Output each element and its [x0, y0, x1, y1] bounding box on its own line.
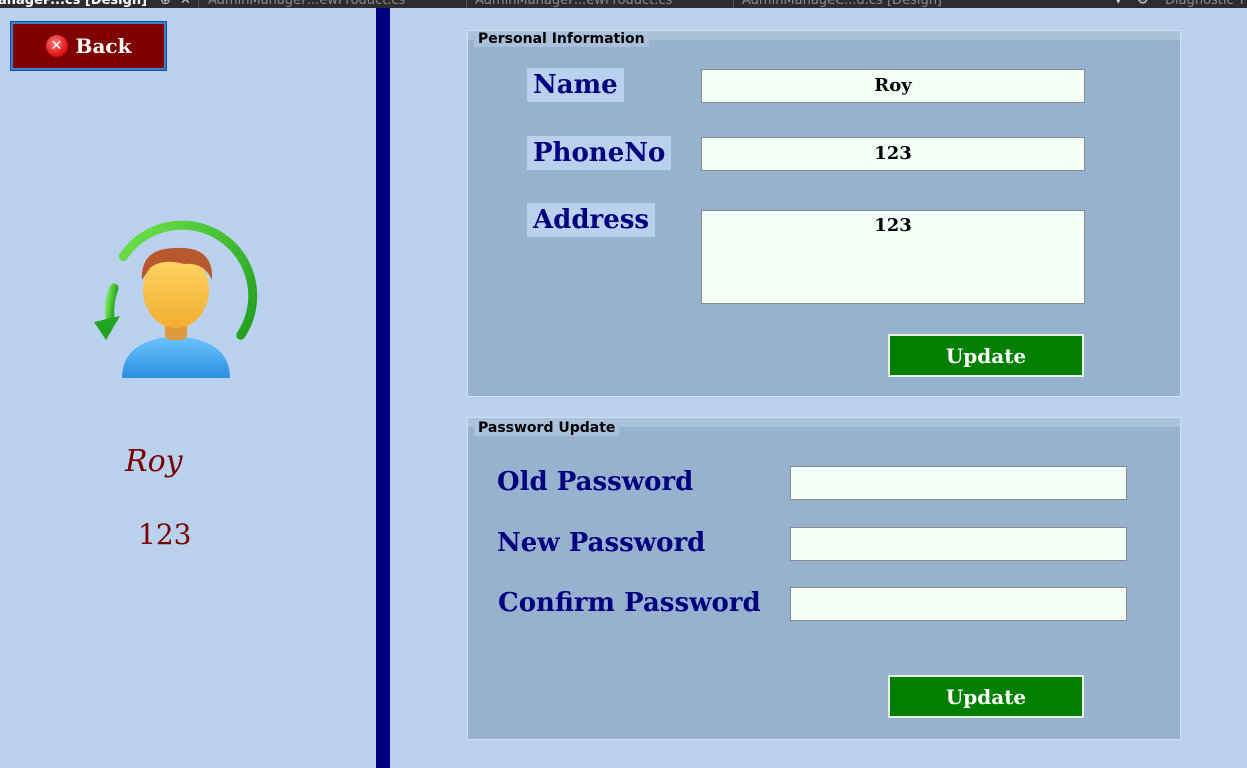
user-refresh-icon	[94, 220, 258, 378]
old-password-field[interactable]	[790, 466, 1127, 500]
dropdown-icon[interactable]: ▾	[1115, 0, 1122, 8]
update-password-button[interactable]: Update	[888, 675, 1084, 718]
ide-tab[interactable]: Diagnostic T	[1165, 0, 1246, 8]
confirm-password-field[interactable]	[790, 587, 1127, 621]
close-icon[interactable]: ✕	[180, 0, 191, 8]
pin-icon[interactable]: ⊕	[160, 0, 171, 8]
ide-tab-strip: anageP...cs [Design] ⊕ ✕ AdminManageP...…	[0, 0, 1247, 8]
update-personal-button[interactable]: Update	[888, 334, 1084, 377]
old-password-label: Old Password	[497, 467, 694, 497]
tab-divider	[198, 0, 199, 8]
tab-divider	[733, 0, 734, 8]
ide-tab[interactable]: AdminManageC...d.cs [Design]	[742, 0, 942, 8]
new-password-label: New Password	[497, 528, 706, 558]
ide-tab[interactable]: AdminManageP...ewProduct.cs	[208, 0, 405, 8]
ide-tab-active[interactable]: anageP...cs [Design]	[0, 0, 147, 8]
phone-field[interactable]: 123	[701, 137, 1085, 171]
ide-tab[interactable]: AdminManageP...ewProduct.cs	[475, 0, 672, 8]
address-label: Address	[527, 203, 656, 237]
user-name-display: Roy	[125, 444, 183, 479]
name-field[interactable]: Roy	[701, 69, 1085, 103]
confirm-password-label: Confirm Password	[498, 588, 761, 618]
personal-info-title: Personal Information	[474, 31, 649, 47]
name-label: Name	[527, 68, 624, 102]
password-update-title: Password Update	[474, 420, 620, 436]
personal-info-group: Personal Information Name Roy PhoneNo 12…	[467, 30, 1181, 397]
back-button-label: Back	[75, 34, 132, 58]
tab-divider	[466, 0, 467, 8]
phone-label: PhoneNo	[527, 136, 672, 170]
vertical-splitter	[376, 8, 390, 768]
back-button[interactable]: ✕ Back	[10, 21, 167, 71]
address-field[interactable]: 123	[701, 210, 1085, 304]
user-phone-display: 123	[138, 518, 192, 551]
close-circle-icon: ✕	[45, 35, 68, 57]
password-update-group: Password Update Old Password New Passwor…	[467, 417, 1181, 740]
settings-icon[interactable]: ⚙	[1137, 0, 1149, 8]
new-password-field[interactable]	[790, 527, 1127, 561]
